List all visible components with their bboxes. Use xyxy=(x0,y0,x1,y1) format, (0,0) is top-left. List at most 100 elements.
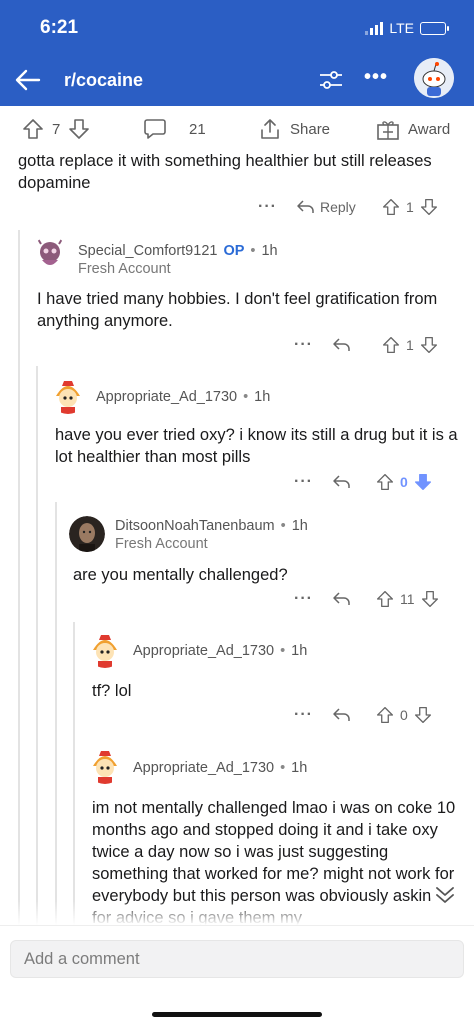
comments-count: 21 xyxy=(189,120,206,138)
double-chevron-down-icon xyxy=(436,887,454,903)
reply-arrow-icon xyxy=(333,708,350,721)
comment-vote-group: 0 xyxy=(376,473,432,491)
comment-body: gotta replace it with something healthie… xyxy=(18,152,432,192)
add-comment-input[interactable]: Add a comment xyxy=(10,940,464,978)
comment-age: 1h xyxy=(291,760,308,776)
reply-button[interactable] xyxy=(332,474,376,490)
comment-age: 1h xyxy=(291,643,308,659)
comment-body: tf? lol xyxy=(92,682,132,700)
downvote-active-icon[interactable] xyxy=(414,473,432,491)
more-options-icon[interactable]: ••• xyxy=(364,66,388,89)
status-indicators: LTE xyxy=(365,20,449,36)
comment-body: have you ever tried oxy? i know its stil… xyxy=(55,426,458,466)
reply-button[interactable] xyxy=(332,337,382,353)
reply-button[interactable] xyxy=(332,707,376,723)
comment-author[interactable]: Appropriate_Ad_1730 xyxy=(96,389,237,405)
comment-meta: DitsoonNoahTanenbaum • 1h xyxy=(115,518,308,534)
upvote-icon[interactable] xyxy=(376,473,394,491)
commenter-avatar[interactable] xyxy=(32,236,68,272)
award-gift-icon xyxy=(377,121,399,140)
commenter-avatar[interactable] xyxy=(87,632,123,668)
post-score: 7 xyxy=(52,120,61,138)
reply-button[interactable] xyxy=(332,591,376,607)
comment-actions: ··· 11 xyxy=(294,590,439,608)
share-label: Share xyxy=(290,120,331,138)
comment-actions: ··· 1 xyxy=(294,336,438,354)
sort-filter-icon[interactable] xyxy=(318,68,344,92)
award-button[interactable]: Award xyxy=(376,117,450,141)
home-indicator xyxy=(152,1012,322,1017)
comment-score: 0 xyxy=(400,474,408,490)
comment-vote-group: 1 xyxy=(382,336,438,354)
commenter-avatar[interactable] xyxy=(69,516,105,552)
meta-separator: • xyxy=(280,518,286,534)
comment-meta: Special_Comfort9121 OP • 1h xyxy=(78,243,278,259)
downvote-icon[interactable] xyxy=(420,198,438,216)
comment-author[interactable]: DitsoonNoahTanenbaum xyxy=(115,518,275,534)
comment-author[interactable]: Appropriate_Ad_1730 xyxy=(133,643,274,659)
commenter-avatar[interactable] xyxy=(87,748,123,784)
op-badge: OP xyxy=(223,243,245,259)
app-header: 6:21 LTE r/cocaine ••• xyxy=(0,0,474,106)
upvote-icon[interactable] xyxy=(376,590,394,608)
comment-body: are you mentally challenged? xyxy=(73,566,288,584)
comment-actions: ··· 0 xyxy=(294,473,432,491)
post-vote-group: 7 xyxy=(22,118,90,140)
comment-meta: Appropriate_Ad_1730 • 1h xyxy=(133,760,307,776)
comment-bubble-icon xyxy=(144,119,166,139)
upvote-icon[interactable] xyxy=(382,198,400,216)
comment-composer-bar: Add a comment xyxy=(0,925,474,1025)
reply-arrow-icon xyxy=(333,338,350,351)
comment-more-icon[interactable]: ··· xyxy=(294,706,332,724)
comment-meta: Appropriate_Ad_1730 • 1h xyxy=(133,643,307,659)
comment-score: 0 xyxy=(400,707,408,723)
downvote-icon[interactable] xyxy=(414,706,432,724)
comment-age: 1h xyxy=(291,518,308,534)
comment-author[interactable]: Appropriate_Ad_1730 xyxy=(133,760,274,776)
upvote-icon[interactable] xyxy=(376,706,394,724)
comment-vote-group: 11 xyxy=(376,590,439,608)
comment-score: 11 xyxy=(400,591,415,607)
comment-more-icon[interactable]: ··· xyxy=(258,198,296,216)
battery-icon xyxy=(420,21,449,35)
next-comment-button[interactable] xyxy=(430,880,460,910)
comment-more-icon[interactable]: ··· xyxy=(294,590,332,608)
comment-body: I have tried many hobbies. I don't feel … xyxy=(37,290,438,330)
thread-line xyxy=(36,366,38,925)
post-action-bar: 7 21 Share Award xyxy=(0,106,474,152)
upvote-icon[interactable] xyxy=(22,118,44,140)
reply-arrow-icon xyxy=(333,475,350,488)
comment-more-icon[interactable]: ··· xyxy=(294,473,332,491)
status-time: 6:21 xyxy=(40,17,79,38)
account-flair: Fresh Account xyxy=(78,261,171,277)
upvote-icon[interactable] xyxy=(382,336,400,354)
share-button[interactable]: Share xyxy=(258,117,330,141)
reply-arrow-icon xyxy=(333,592,350,605)
comment-meta: Appropriate_Ad_1730 • 1h xyxy=(96,389,270,405)
comment-vote-group: 0 xyxy=(376,706,432,724)
thread-line xyxy=(55,502,57,925)
content-fade xyxy=(0,900,474,925)
comment-actions: ··· 0 xyxy=(294,706,432,724)
signal-icon xyxy=(365,21,384,35)
comment-more-icon[interactable]: ··· xyxy=(294,336,332,354)
downvote-icon[interactable] xyxy=(420,336,438,354)
downvote-icon[interactable] xyxy=(421,590,439,608)
commenter-avatar[interactable] xyxy=(50,378,86,414)
subreddit-title[interactable]: r/cocaine xyxy=(64,70,143,91)
network-label: LTE xyxy=(389,20,414,36)
comment-author[interactable]: Special_Comfort9121 xyxy=(78,243,217,259)
downvote-icon[interactable] xyxy=(68,118,90,140)
comment-age: 1h xyxy=(254,389,271,405)
reply-label: Reply xyxy=(320,199,356,215)
comments-count-button[interactable]: 21 xyxy=(143,117,206,141)
reply-button[interactable]: Reply xyxy=(296,199,382,215)
comment-vote-group: 1 xyxy=(382,198,438,216)
comment-score: 1 xyxy=(406,337,414,353)
back-arrow-icon[interactable] xyxy=(12,64,44,96)
meta-separator: • xyxy=(280,643,286,659)
user-avatar[interactable] xyxy=(414,58,454,98)
comment-age: 1h xyxy=(261,243,278,259)
award-label: Award xyxy=(408,120,451,138)
comment-score: 1 xyxy=(406,199,414,215)
